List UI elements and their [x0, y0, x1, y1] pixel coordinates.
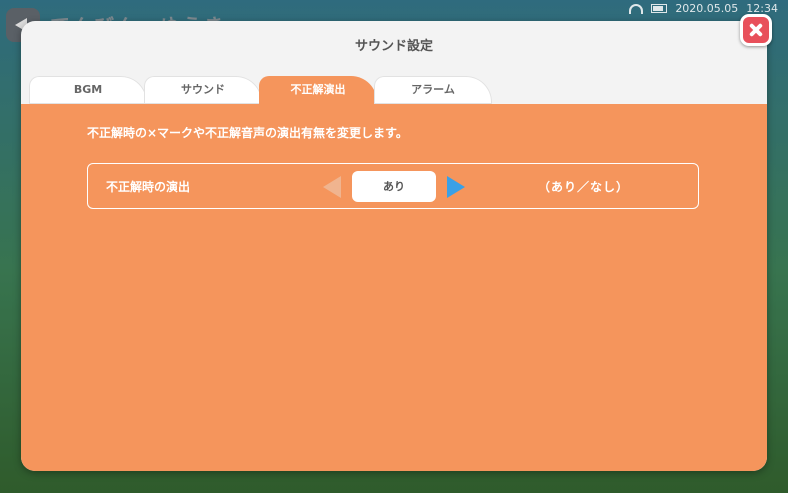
incorrect-effect-setting-row: 不正解時の演出 あり （あり／なし）: [87, 163, 699, 209]
status-date: 2020.05.05: [675, 2, 739, 15]
wifi-icon: [629, 3, 644, 14]
tab-bgm[interactable]: BGM: [29, 76, 147, 104]
settings-panel: 不正解時の×マークや不正解音声の演出有無を変更します。 不正解時の演出 あり （…: [21, 104, 767, 471]
battery-icon: [651, 4, 668, 13]
setting-options: （あり／なし）: [538, 180, 630, 194]
close-button[interactable]: [740, 14, 772, 46]
sound-settings-dialog: サウンド設定 BGM サウンド 不正解演出 アラーム 不正解時の×マークや不正解…: [21, 21, 767, 471]
arrow-right-icon[interactable]: [447, 176, 465, 198]
setting-value: あり: [352, 171, 436, 202]
tab-sound[interactable]: サウンド: [144, 76, 262, 104]
tab-incorrect-effect[interactable]: 不正解演出: [259, 76, 377, 104]
dialog-title: サウンド設定: [354, 39, 433, 54]
panel-description: 不正解時の×マークや不正解音声の演出有無を変更します。: [87, 126, 408, 140]
arrow-left-icon[interactable]: [323, 176, 341, 198]
setting-label: 不正解時の演出: [106, 180, 191, 194]
tab-alarm[interactable]: アラーム: [374, 76, 492, 104]
